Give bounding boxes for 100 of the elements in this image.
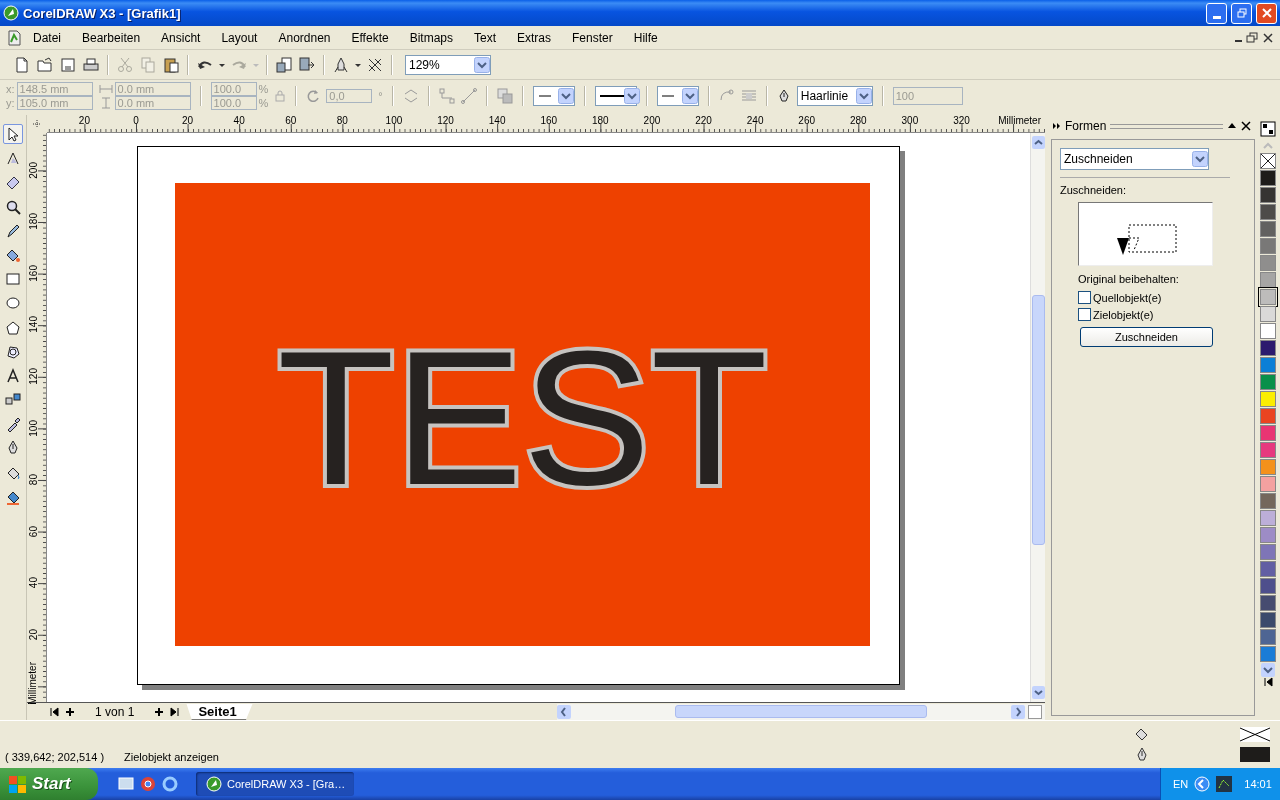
- color-swatch[interactable]: [1259, 510, 1276, 526]
- menu-item[interactable]: Text: [463, 28, 506, 47]
- close-icon[interactable]: [1262, 31, 1274, 44]
- color-swatch[interactable]: [1259, 408, 1276, 424]
- import-icon[interactable]: [276, 56, 292, 73]
- checkbox[interactable]: [1078, 291, 1091, 304]
- color-swatch[interactable]: [1259, 561, 1276, 577]
- ellipse-icon[interactable]: [5, 295, 21, 312]
- color-swatch[interactable]: [1259, 221, 1276, 237]
- first-page-icon[interactable]: [49, 706, 59, 717]
- text-tool-icon[interactable]: [5, 367, 21, 384]
- page-tab[interactable]: Seite1: [186, 703, 253, 720]
- taskbar-button[interactable]: CorelDRAW X3 - [Gra…: [196, 772, 354, 796]
- rectangle-shape[interactable]: TEST: [175, 183, 870, 646]
- horizontal-scrollbar[interactable]: [557, 703, 1045, 720]
- color-swatch[interactable]: [1259, 323, 1276, 339]
- scroll-thumb[interactable]: [1031, 295, 1045, 545]
- color-swatch[interactable]: [1259, 527, 1276, 543]
- menu-item[interactable]: Fenster: [561, 28, 623, 47]
- color-swatch[interactable]: [1259, 374, 1276, 390]
- color-swatch[interactable]: [1259, 357, 1276, 373]
- desktop-icon[interactable]: [118, 776, 134, 792]
- color-swatch[interactable]: [1259, 340, 1276, 356]
- printer-icon[interactable]: [83, 56, 99, 73]
- minimize-button[interactable]: [1206, 2, 1227, 24]
- paste-icon[interactable]: [163, 56, 179, 73]
- pointer-icon[interactable]: [5, 126, 21, 142]
- scroll-left-icon[interactable]: [557, 704, 571, 719]
- color-swatch[interactable]: [1259, 442, 1276, 458]
- tray-app-icon[interactable]: [1216, 776, 1233, 792]
- no-color-swatch[interactable]: [1259, 153, 1276, 169]
- color-swatch[interactable]: [1259, 391, 1276, 407]
- scroll-thumb[interactable]: [675, 705, 927, 718]
- color-swatch[interactable]: [1259, 289, 1276, 305]
- shape-icon[interactable]: [5, 343, 21, 360]
- restore-button[interactable]: [1231, 2, 1252, 24]
- close-button[interactable]: [1256, 2, 1277, 24]
- menu-item[interactable]: Extras: [506, 28, 562, 47]
- color-swatch[interactable]: [1259, 255, 1276, 271]
- browser-round-icon[interactable]: [140, 776, 156, 792]
- color-swatch[interactable]: [1259, 595, 1276, 611]
- zoom-dropdown[interactable]: 129%: [405, 54, 491, 75]
- color-swatch[interactable]: [1259, 578, 1276, 594]
- magnifier-icon[interactable]: [5, 198, 21, 215]
- color-swatch[interactable]: [1259, 544, 1276, 560]
- add-page-icon[interactable]: [154, 706, 165, 717]
- trim-button[interactable]: Zuschneiden: [1080, 327, 1213, 347]
- rocket-icon[interactable]: [333, 56, 349, 73]
- restore-icon[interactable]: [1246, 31, 1258, 44]
- expand-icon[interactable]: [1053, 122, 1061, 130]
- color-swatch[interactable]: [1259, 204, 1276, 220]
- color-swatch[interactable]: [1259, 493, 1276, 509]
- polygon-icon[interactable]: [5, 319, 21, 336]
- color-swatch[interactable]: [1259, 629, 1276, 645]
- minimize-icon[interactable]: [1235, 39, 1242, 42]
- menu-item[interactable]: Bearbeiten: [71, 28, 151, 47]
- shape-tool-icon[interactable]: [5, 150, 21, 167]
- drawing-canvas[interactable]: TEST: [47, 133, 1030, 702]
- view-navigator-button[interactable]: [1028, 704, 1042, 719]
- add-page-icon[interactable]: [65, 706, 75, 717]
- color-swatch[interactable]: [1259, 646, 1276, 662]
- color-swatch[interactable]: [1259, 612, 1276, 628]
- open-folder-icon[interactable]: [37, 56, 53, 73]
- scroll-right-icon[interactable]: [1011, 704, 1025, 719]
- shaping-mode-dropdown[interactable]: Zuschneiden: [1060, 148, 1209, 170]
- last-page-icon[interactable]: [170, 706, 181, 717]
- color-swatch[interactable]: [1259, 272, 1276, 288]
- color-swatch[interactable]: [1259, 187, 1276, 203]
- pen-icon[interactable]: [5, 222, 21, 239]
- menu-item[interactable]: Ansicht: [150, 28, 211, 47]
- color-swatch[interactable]: [1259, 170, 1276, 186]
- rectangle-icon[interactable]: [5, 271, 21, 288]
- node-connect-icon[interactable]: [438, 88, 455, 104]
- artwork-text[interactable]: TEST: [277, 315, 768, 514]
- color-swatch[interactable]: [1259, 425, 1276, 441]
- vertical-scrollbar[interactable]: [1030, 133, 1045, 702]
- menu-item[interactable]: Hilfe: [622, 28, 668, 47]
- scroll-down-icon[interactable]: [1260, 663, 1275, 677]
- start-button[interactable]: Start: [0, 768, 98, 800]
- menu-item[interactable]: Layout: [210, 28, 268, 47]
- color-swatch[interactable]: [1259, 459, 1276, 475]
- color-swatch[interactable]: [1259, 476, 1276, 492]
- eyedropper-icon[interactable]: [5, 416, 21, 433]
- checkbox[interactable]: [1078, 308, 1091, 321]
- line-style-dropdown[interactable]: [594, 86, 637, 106]
- scroll-up-icon[interactable]: [1031, 136, 1045, 149]
- color-swatch[interactable]: [1259, 306, 1276, 322]
- start-arrow-dropdown[interactable]: [532, 86, 575, 106]
- menu-item[interactable]: Anordnen: [267, 28, 341, 47]
- scroll-down-icon[interactable]: [1031, 686, 1045, 699]
- menu-item[interactable]: Bitmaps: [398, 28, 463, 47]
- ruler-origin-icon[interactable]: [32, 119, 42, 129]
- menu-item[interactable]: Effekte: [340, 28, 399, 47]
- end-arrow-dropdown[interactable]: [656, 86, 699, 106]
- menu-item[interactable]: Datei: [22, 28, 71, 47]
- color-swatch[interactable]: [1259, 238, 1276, 254]
- export-icon[interactable]: [299, 56, 315, 73]
- new-document-icon[interactable]: [14, 56, 30, 73]
- close-icon[interactable]: [1241, 121, 1251, 131]
- chevron-icon[interactable]: [1194, 776, 1211, 792]
